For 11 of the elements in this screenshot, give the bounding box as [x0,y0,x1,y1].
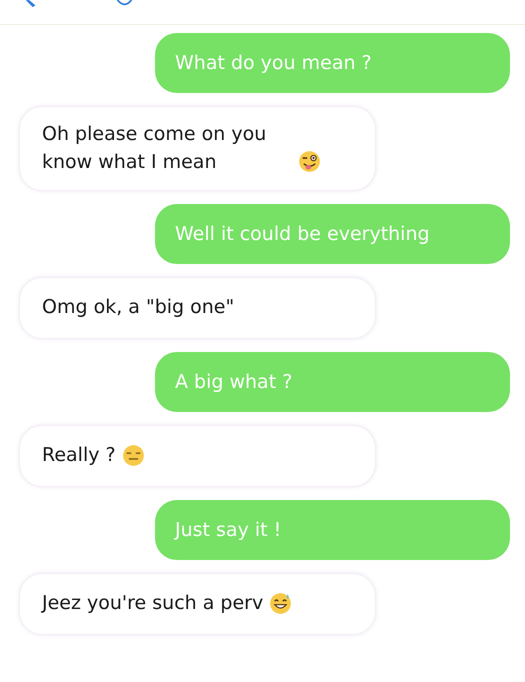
expressionless-emoji-icon [122,444,145,467]
message-text: Well it could be everything [175,223,430,246]
message-text: Omg ok, a "big one" [42,295,234,320]
message-text: What do you mean ? [175,52,372,74]
sweat-smile-emoji-icon [269,592,292,615]
winking-tongue-emoji-icon [298,150,321,174]
message-text: Oh please come on you know what I mean [42,122,268,175]
message-text: A big what ? [175,371,292,394]
message-text: Just say it ! [175,519,282,542]
message-text: Really ? [42,443,116,468]
message-text: Jeez you're such a perv [42,591,264,616]
